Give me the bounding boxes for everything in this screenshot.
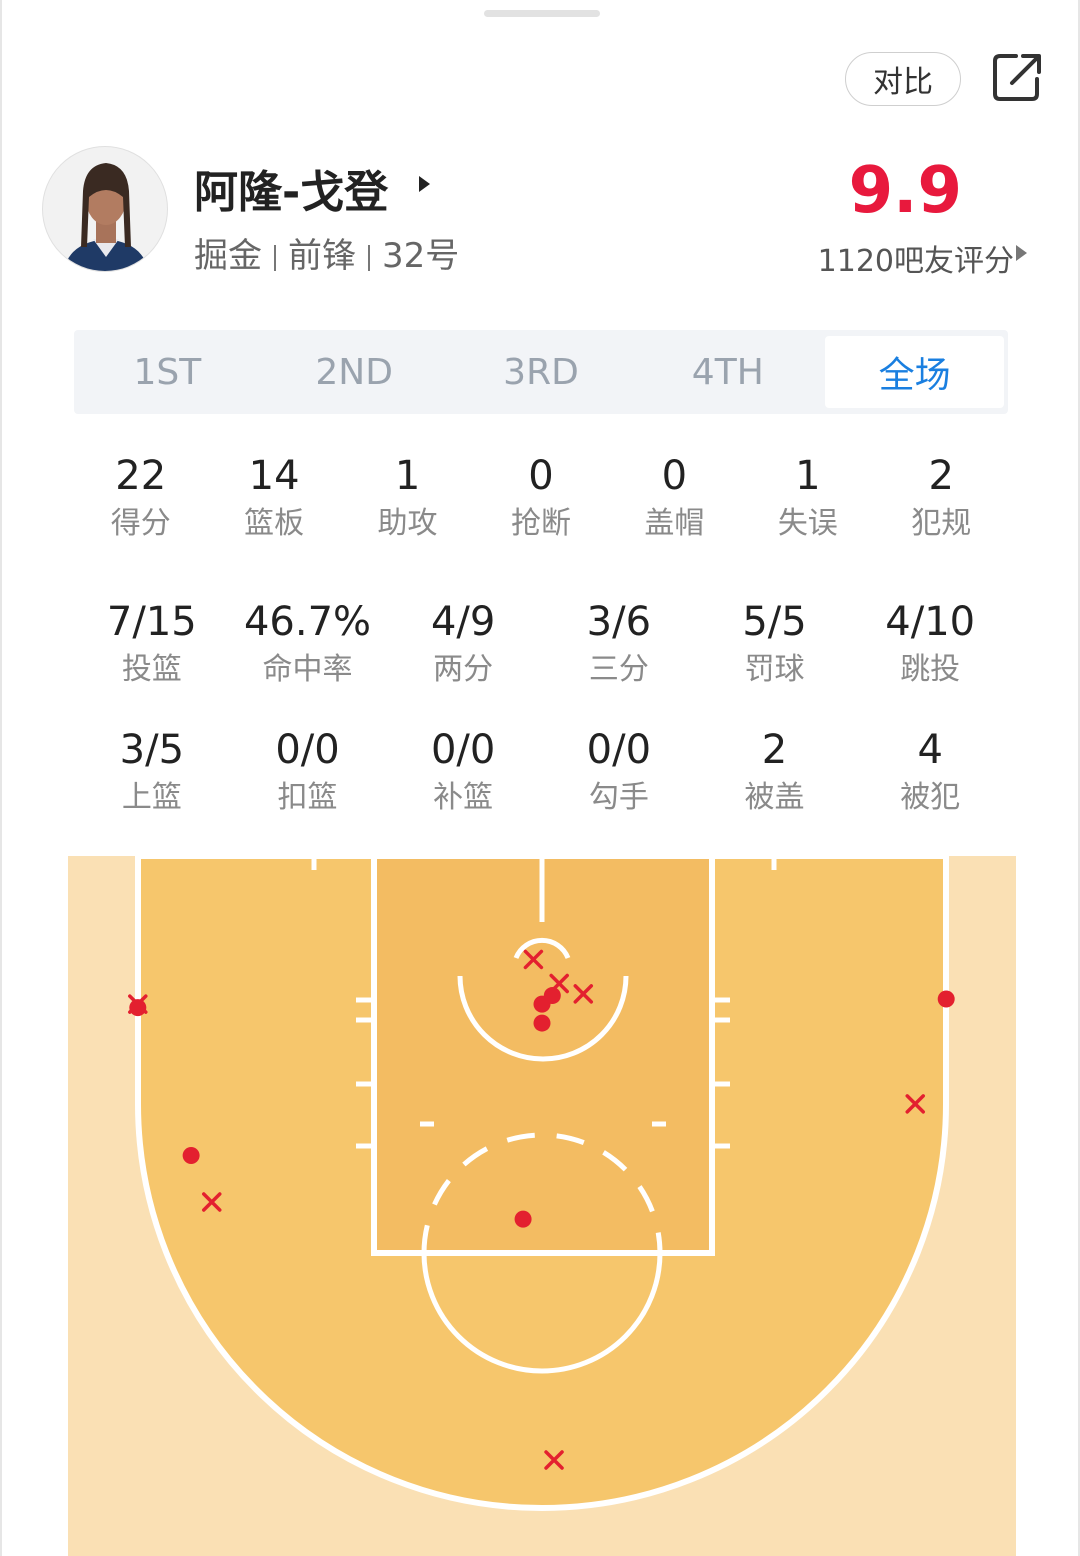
stat-cell: 2 犯规 [875, 452, 1008, 544]
stat-value: 0/0 [275, 727, 340, 773]
stat-label: 失误 [777, 506, 838, 541]
stat-label: 篮板 [244, 506, 305, 541]
stat-label: 抢断 [510, 506, 571, 541]
stat-label: 投篮 [121, 652, 182, 687]
stat-cell: 5/5 罚球 [697, 598, 853, 690]
meta-divider [274, 244, 276, 271]
player-portrait-icon [63, 163, 149, 271]
stat-label: 得分 [110, 506, 171, 541]
compare-button[interactable]: 对比 [845, 52, 961, 106]
stat-value: 2 [928, 453, 954, 499]
stat-value: 0/0 [430, 727, 496, 773]
tab-2nd[interactable]: 2ND [265, 336, 444, 408]
made-shot-marker [514, 1210, 532, 1228]
stats-basic-row: 22 得分 14 篮板 1 助攻 0 抢断 0 盖帽 1 失误 2 犯规 [74, 452, 1008, 544]
stat-cell: 4/10 跳投 [852, 598, 1008, 690]
player-avatar[interactable] [42, 146, 168, 272]
stat-value: 1 [795, 453, 821, 499]
stat-value: 4/10 [885, 599, 976, 645]
share-icon[interactable] [990, 48, 1046, 104]
stat-cell: 4/9 两分 [385, 598, 541, 690]
stat-cell: 3/6 三分 [541, 598, 697, 690]
player-name[interactable]: 阿隆-戈登 [194, 156, 388, 220]
sheet-drag-handle[interactable] [484, 10, 600, 17]
stat-cell: 1 助攻 [341, 452, 474, 544]
stat-value: 1 [394, 453, 421, 499]
stat-value: 4/9 [430, 599, 496, 645]
player-name-arrow-icon[interactable] [419, 176, 430, 192]
stat-label: 两分 [433, 652, 494, 687]
stat-value: 3/5 [119, 727, 185, 773]
tab-full-game[interactable]: 全场 [825, 336, 1004, 408]
stat-label: 命中率 [262, 652, 353, 687]
stat-value: 2 [761, 727, 788, 773]
made-shot-marker [533, 1014, 551, 1032]
stat-label: 三分 [588, 652, 649, 687]
meta-divider [368, 244, 370, 271]
stat-label: 勾手 [588, 780, 649, 815]
stat-cell: 3/5 上篮 [74, 726, 230, 818]
stat-cell: 4 被犯 [852, 726, 1008, 818]
stat-label: 盖帽 [644, 506, 705, 541]
stat-cell: 0 盖帽 [608, 452, 741, 544]
stat-label: 被盖 [744, 780, 805, 815]
period-tabs: 1ST 2ND 3RD 4TH 全场 [74, 330, 1008, 414]
stat-label: 助攻 [377, 506, 438, 541]
stat-value: 3/6 [586, 599, 652, 645]
stat-value: 5/5 [742, 599, 807, 645]
stat-cell: 0/0 扣篮 [230, 726, 386, 818]
stat-cell: 1 失误 [741, 452, 874, 544]
stat-cell: 0/0 补篮 [385, 726, 541, 818]
frame-edge-left [0, 0, 2, 1556]
stat-value: 0 [528, 453, 554, 499]
stat-cell: 14 篮板 [207, 452, 340, 544]
stat-value: 7/15 [106, 599, 197, 645]
stat-cell: 0 抢断 [474, 452, 607, 544]
player-position: 前锋 [288, 236, 356, 276]
stat-value: 22 [115, 453, 167, 499]
tab-3rd[interactable]: 3RD [452, 336, 631, 408]
stat-cell: 0/0 勾手 [541, 726, 697, 818]
stat-label: 扣篮 [277, 780, 338, 815]
stat-value: 4 [917, 727, 943, 773]
stats-shooting-row: 7/15 投篮 46.7% 命中率 4/9 两分 3/6 三分 5/5 罚球 4/10 跳投 [74, 598, 1008, 690]
stats-detail-row: 3/5 上篮 0/0 扣篮 0/0 补篮 0/0 勾手 2 被盖 4 被犯 [74, 726, 1008, 818]
shot-chart-court [68, 856, 1016, 1556]
tab-4th[interactable]: 4TH [638, 336, 817, 408]
stat-value: 14 [248, 453, 300, 499]
rating-score: 9.9 [848, 154, 962, 228]
stat-value: 0 [661, 453, 688, 499]
stat-label: 跳投 [900, 652, 961, 687]
stat-cell: 22 得分 [74, 452, 207, 544]
rating-caption-link[interactable]: 1120吧友评分 [818, 236, 1014, 280]
stat-value: 0/0 [586, 727, 652, 773]
made-shot-marker [129, 999, 147, 1017]
tab-1st[interactable]: 1ST [78, 336, 257, 408]
stat-value: 46.7% [243, 599, 372, 645]
stat-cell: 2 被盖 [697, 726, 853, 818]
made-shot-marker [182, 1147, 200, 1165]
stat-label: 犯规 [911, 506, 972, 541]
stat-label: 罚球 [744, 652, 805, 687]
stat-label: 补篮 [433, 780, 494, 815]
player-number: 32号 [382, 236, 460, 276]
stat-label: 上篮 [121, 780, 182, 815]
player-meta: 掘金 前锋 32号 [194, 228, 459, 277]
stat-cell: 7/15 投篮 [74, 598, 230, 690]
made-shot-marker [937, 990, 955, 1008]
player-team: 掘金 [194, 236, 262, 276]
rating-arrow-icon[interactable] [1016, 245, 1027, 261]
stat-label: 被犯 [900, 780, 961, 815]
stat-cell: 46.7% 命中率 [230, 598, 386, 690]
